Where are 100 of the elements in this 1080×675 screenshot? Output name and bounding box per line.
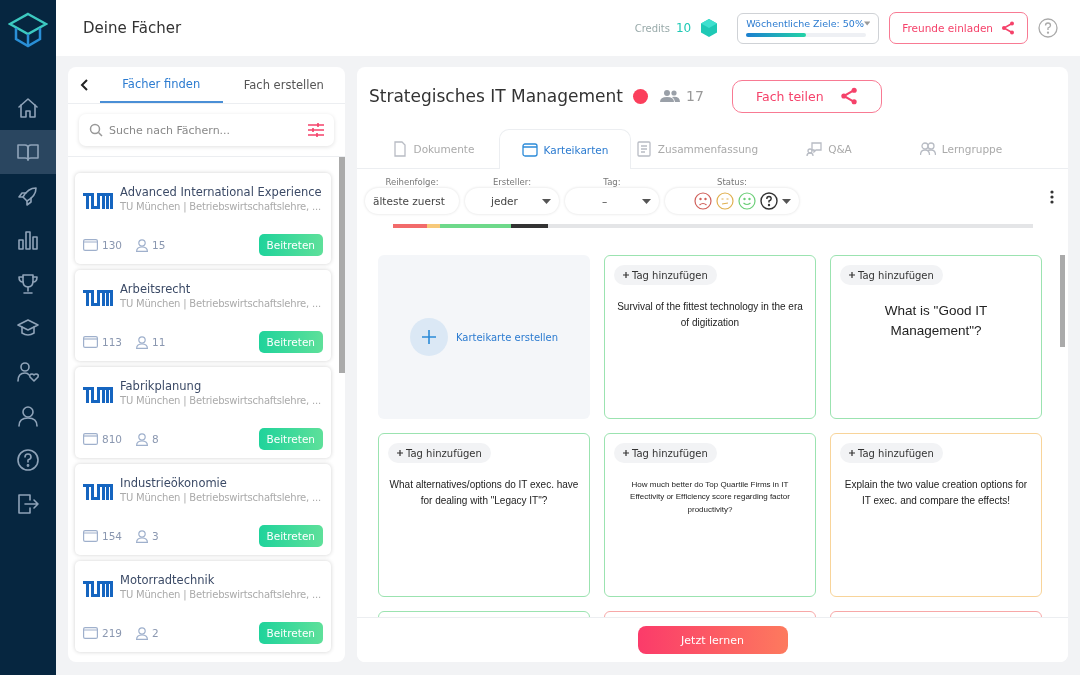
flashcard-question: What alternatives/options do IT exec. have for dealing with "Legacy IT"? [388,478,580,508]
member-count: 3 [152,530,159,542]
course-card[interactable]: Advanced International Experience TU München | Betriebswirtschaftslehre, ... 130 15 Beitreten [75,173,331,264]
add-tag-button[interactable]: Tag hinzufügen [614,443,717,463]
add-tag-button[interactable]: Tag hinzufügen [388,443,491,463]
filter-label: Ersteller: [493,177,531,187]
rocket-icon [16,184,40,208]
course-card[interactable]: Arbeitsrecht TU München | Betriebswirtschaftslehre, ... 113 11 Beitreten [75,270,331,361]
flashcard[interactable]: Tag hinzufügen What alternatives/options do IT exec. have for dealing with "Legacy IT"? [378,433,590,597]
flashcard[interactable]: Tag hinzufügen What is "Good IT Management"? [830,255,1042,419]
credits-count: 10 [675,21,692,35]
caret-icon [542,198,551,204]
course-card[interactable]: Industrieökonomie TU München | Betriebswirtschaftslehre, ... 154 3 Beitreten [75,464,331,555]
add-tag-button[interactable]: Tag hinzufügen [840,443,943,463]
summary-icon [635,141,652,157]
course-meta: TU München | Betriebswirtschaftslehre, ... [120,201,322,212]
member-count: 8 [152,433,159,445]
section-tab[interactable]: Karteikarten [499,129,631,169]
person-icon [136,432,149,446]
weekly-goal-dropdown[interactable]: Wöchentliche Ziele: 50% [737,12,880,44]
university-logo-icon [83,290,113,306]
card-count: 810 [102,433,123,445]
filter-label: Status: [717,177,747,187]
profile-icon [16,404,40,428]
cards-icon [83,530,98,542]
filter-label: Reihenfolge: [385,177,439,187]
more-icon[interactable] [1050,190,1054,204]
plus-icon [397,450,403,456]
course-card[interactable]: Motorradtechnik TU München | Betriebswirtschaftslehre, ... 219 2 Beitreten [75,561,331,652]
happy-face-icon [738,192,756,210]
flashcard[interactable]: Tag hinzufügen Survival of the fittest technology in the era of digitization [604,255,816,419]
flashcard[interactable]: Tag hinzufügen Explain the two value creation options for IT exec. and compare the effects! [830,433,1042,597]
card-count: 154 [102,530,123,542]
logo-icon [8,12,48,48]
flashcard-question: Explain the two value creation options for IT exec. and compare the effects! [843,478,1029,508]
credits-label: Credits [634,22,670,34]
scrollbar[interactable] [339,157,345,373]
share-button[interactable]: Fach teilen [731,79,882,113]
cards-icon [83,627,98,639]
qa-icon [806,141,823,157]
create-card-tile[interactable]: Karteikarte erstellen [378,255,590,419]
course-meta: TU München | Betriebswirtschaftslehre, ... [120,492,321,503]
university-logo-icon [83,193,113,209]
cards-icon [83,433,98,445]
cards-icon [83,239,98,251]
sad-face-icon [694,192,712,210]
back-icon[interactable] [80,79,90,91]
people-icon [660,90,680,102]
question-icon [760,192,778,210]
scrollbar[interactable] [1060,255,1065,347]
member-count: 2 [152,627,159,639]
cards-icon [83,336,98,348]
share-icon [839,87,858,105]
panel-tab[interactable]: Fächer finden [100,67,223,103]
group-icon [919,141,936,157]
page-title: Deine Fächer [83,19,182,37]
search-icon [89,123,103,137]
person-icon [136,626,149,640]
add-tag-button[interactable]: Tag hinzufügen [840,265,943,285]
flashcard-question: Survival of the fittest technology in the era of digitization [616,300,804,330]
add-tag-button[interactable]: Tag hinzufügen [614,265,717,285]
invite-button[interactable]: Freunde einladen [889,12,1028,44]
card-count: 113 [102,336,123,348]
filter-dropdown[interactable]: – [565,188,659,214]
card-count: 219 [102,627,123,639]
plus-icon [849,272,855,278]
filter-icon[interactable] [308,123,324,137]
caret-icon [782,198,791,204]
course-meta: TU München | Betriebswirtschaftslehre, ... [120,395,321,406]
university-logo-icon [83,581,113,597]
plus-icon [623,450,629,456]
filter-label: Tag: [603,177,621,187]
member-count: 17 [686,88,704,104]
share-icon [1001,21,1015,35]
filter-dropdown[interactable]: jeder [465,188,559,214]
person-icon [136,335,149,349]
plus-icon [409,318,448,356]
filter-dropdown[interactable]: älteste zuerst [365,188,459,214]
course-meta: TU München | Betriebswirtschaftslehre, ... [120,589,321,600]
sidebar-item[interactable] [0,130,56,174]
trophy-icon [16,272,40,296]
chart-icon [16,228,40,252]
panel-tab[interactable]: Fach erstellen [222,67,345,103]
person-icon [136,529,149,543]
card-count: 130 [102,239,123,251]
friends-icon [16,360,40,384]
university-logo-icon [83,484,113,500]
plus-icon [849,450,855,456]
course-card[interactable]: Fabrikplanung TU München | Betriebswirtschaftslehre, ... 810 8 Beitreten [75,367,331,458]
course-name: Advanced International Experience [120,185,322,199]
document-icon [391,141,408,157]
flashcard[interactable]: Tag hinzufügen How much better do Top Quartile Firms in IT Effectivity or Efficiency score regarding factor productivity? [604,433,816,597]
course-name: Industrieökonomie [120,476,228,490]
neutral-face-icon [716,192,734,210]
member-count: 15 [152,239,166,251]
caret-icon [642,198,651,204]
flashcard-question: What is "Good IT Management"? [883,302,989,340]
university-logo-icon [83,387,113,403]
person-icon [136,238,149,252]
logout-icon [16,492,40,516]
